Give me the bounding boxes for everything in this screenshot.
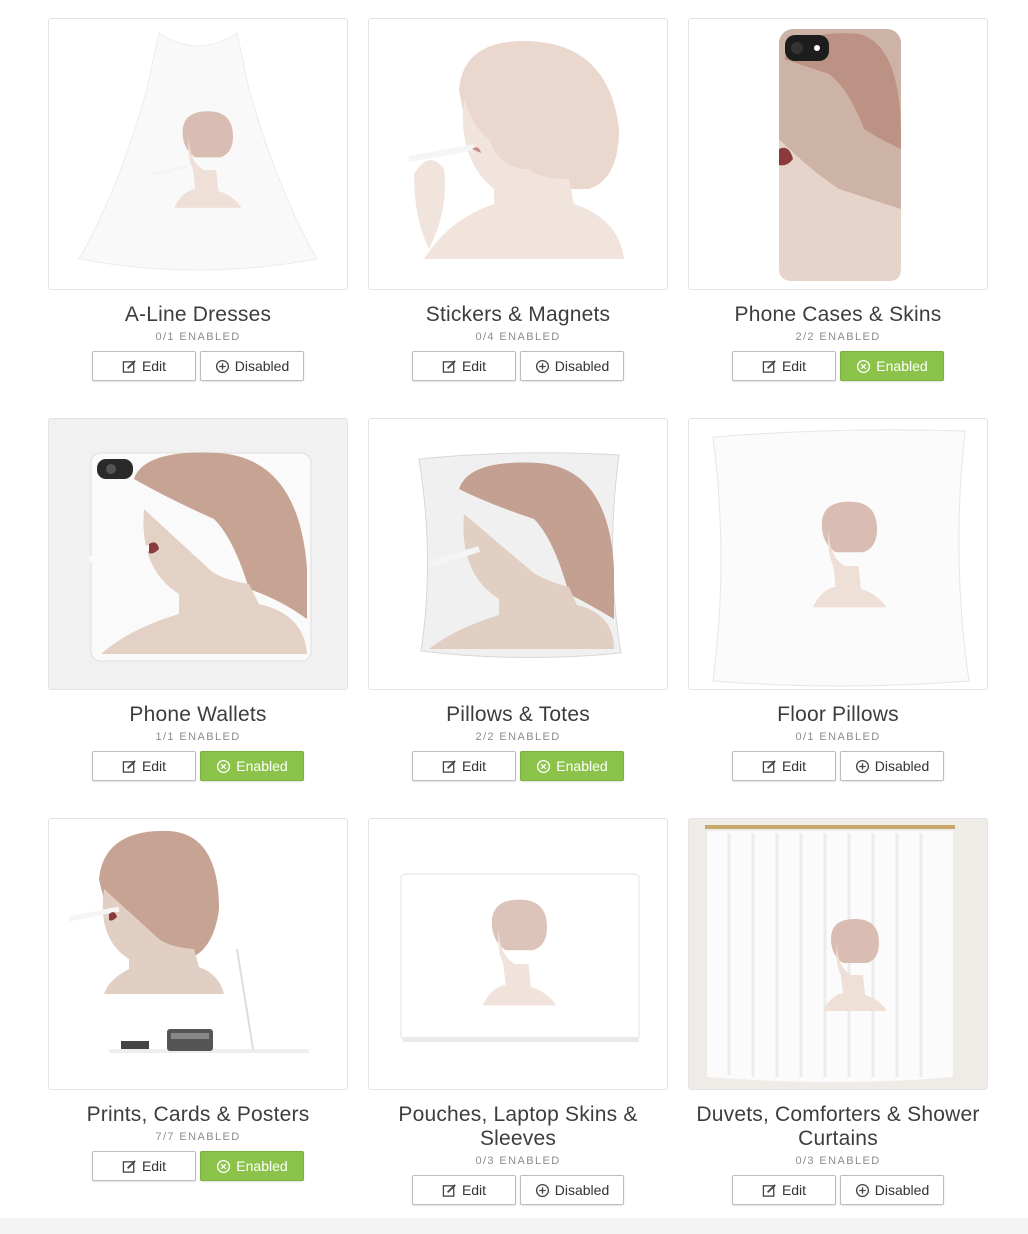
product-card: Phone Cases & Skins 2/2 ENABLED Edit Ena…: [688, 18, 988, 381]
product-title: A-Line Dresses: [124, 303, 272, 326]
status-toggle-button[interactable]: Enabled: [200, 1151, 304, 1181]
edit-icon: [762, 359, 777, 374]
product-title: Phone Wallets: [129, 703, 267, 726]
product-title: Duvets, Comforters & Shower Curtains: [696, 1103, 980, 1150]
product-title: Pouches, Laptop Skins & Sleeves: [398, 1103, 638, 1150]
edit-button[interactable]: Edit: [92, 1151, 196, 1181]
product-title: Floor Pillows: [777, 703, 899, 726]
product-card: Pouches, Laptop Skins & Sleeves 0/3 ENAB…: [368, 818, 668, 1205]
product-image-sticker[interactable]: [368, 18, 668, 290]
enabled-count: 0/1 ENABLED: [795, 731, 881, 743]
edit-button[interactable]: Edit: [732, 1175, 836, 1205]
product-title: Phone Cases & Skins: [734, 303, 942, 326]
product-image-phone-case[interactable]: [688, 18, 988, 290]
edit-button[interactable]: Edit: [412, 351, 516, 381]
plus-circle-icon: [535, 359, 550, 374]
plus-circle-icon: [215, 359, 230, 374]
enabled-count: 0/1 ENABLED: [155, 331, 241, 343]
product-card: Pillows & Totes 2/2 ENABLED Edit Enabled: [368, 418, 668, 781]
product-image-a-line-dress[interactable]: [48, 18, 348, 290]
status-toggle-button[interactable]: Disabled: [520, 1175, 624, 1205]
status-toggle-button[interactable]: Disabled: [840, 751, 944, 781]
status-toggle-button[interactable]: Enabled: [840, 351, 944, 381]
edit-icon: [442, 759, 457, 774]
edit-icon: [762, 1183, 777, 1198]
edit-button[interactable]: Edit: [732, 751, 836, 781]
edit-icon: [442, 1183, 457, 1198]
product-card: Floor Pillows 0/1 ENABLED Edit Disabled: [688, 418, 988, 781]
edit-icon: [122, 359, 137, 374]
edit-button[interactable]: Edit: [412, 751, 516, 781]
x-circle-icon: [536, 759, 551, 774]
product-card: A-Line Dresses 0/1 ENABLED Edit Disabled: [48, 18, 348, 381]
edit-icon: [122, 759, 137, 774]
enabled-count: 7/7 ENABLED: [155, 1131, 241, 1143]
edit-icon: [762, 759, 777, 774]
product-title: Prints, Cards & Posters: [86, 1103, 310, 1126]
edit-button[interactable]: Edit: [732, 351, 836, 381]
product-image-phone-wallet[interactable]: [48, 418, 348, 690]
enabled-count: 0/4 ENABLED: [475, 331, 561, 343]
product-image-floor-pillow[interactable]: [688, 418, 988, 690]
product-image-pillow[interactable]: [368, 418, 668, 690]
enabled-count: 0/3 ENABLED: [475, 1155, 561, 1167]
x-circle-icon: [216, 759, 231, 774]
edit-button[interactable]: Edit: [412, 1175, 516, 1205]
product-card: Stickers & Magnets 0/4 ENABLED Edit Disa…: [368, 18, 668, 381]
enabled-count: 0/3 ENABLED: [795, 1155, 881, 1167]
product-card: Phone Wallets 1/1 ENABLED Edit Enabled: [48, 418, 348, 781]
edit-icon: [122, 1159, 137, 1174]
product-card: Duvets, Comforters & Shower Curtains 0/3…: [688, 818, 988, 1205]
edit-icon: [442, 359, 457, 374]
status-toggle-button[interactable]: Enabled: [520, 751, 624, 781]
product-title: Pillows & Totes: [446, 703, 590, 726]
product-card: Prints, Cards & Posters 7/7 ENABLED Edit…: [48, 818, 348, 1181]
enabled-count: 1/1 ENABLED: [155, 731, 241, 743]
enabled-count: 2/2 ENABLED: [795, 331, 881, 343]
x-circle-icon: [216, 1159, 231, 1174]
plus-circle-icon: [855, 1183, 870, 1198]
status-toggle-button[interactable]: Enabled: [200, 751, 304, 781]
page-footer-edge: [0, 1218, 1028, 1234]
product-image-shower-curtain[interactable]: [688, 818, 988, 1090]
product-image-pouch[interactable]: [368, 818, 668, 1090]
status-toggle-button[interactable]: Disabled: [840, 1175, 944, 1205]
status-toggle-button[interactable]: Disabled: [200, 351, 304, 381]
plus-circle-icon: [535, 1183, 550, 1198]
edit-button[interactable]: Edit: [92, 751, 196, 781]
x-circle-icon: [856, 359, 871, 374]
plus-circle-icon: [855, 759, 870, 774]
edit-button[interactable]: Edit: [92, 351, 196, 381]
enabled-count: 2/2 ENABLED: [475, 731, 561, 743]
product-image-print[interactable]: [48, 818, 348, 1090]
status-toggle-button[interactable]: Disabled: [520, 351, 624, 381]
product-title: Stickers & Magnets: [425, 303, 611, 326]
